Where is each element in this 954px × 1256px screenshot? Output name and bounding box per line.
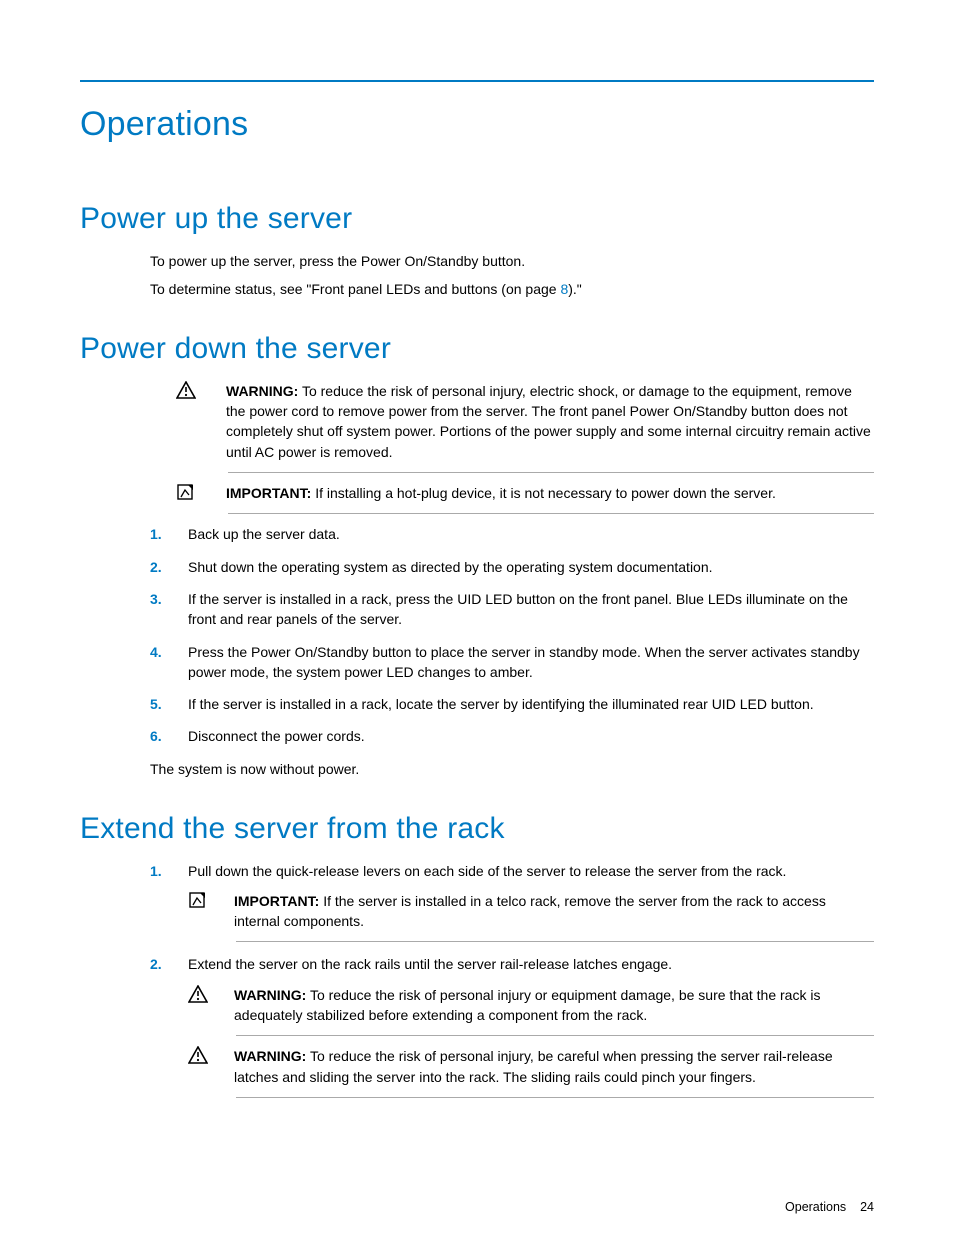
important-text: If the server is installed in a telco ra… [234, 893, 826, 929]
step-text: Disconnect the power cords. [188, 728, 365, 744]
step-text: Extend the server on the rack rails unti… [188, 956, 672, 972]
power-up-p2b: )." [568, 281, 582, 297]
note-icon [176, 483, 198, 501]
admonition-divider [228, 513, 874, 514]
step-text: Pull down the quick-release levers on ea… [188, 863, 786, 879]
warning-admonition: WARNING: To reduce the risk of personal … [80, 381, 874, 462]
footer-label: Operations [785, 1200, 846, 1214]
admonition-divider [236, 941, 874, 942]
heading-extend: Extend the server from the rack [80, 807, 874, 851]
power-down-closing: The system is now without power. [150, 759, 874, 779]
top-rule [80, 80, 874, 82]
power-up-p2: To determine status, see "Front panel LE… [150, 279, 874, 299]
note-icon [188, 891, 210, 909]
warning-text: To reduce the risk of personal injury, e… [226, 383, 871, 460]
list-item: If the server is installed in a rack, pr… [150, 589, 874, 630]
list-item: Shut down the operating system as direct… [150, 557, 874, 577]
list-item: Extend the server on the rack rails unti… [150, 954, 874, 1097]
warning-text: To reduce the risk of personal injury or… [234, 987, 820, 1023]
step-text: Press the Power On/Standby button to pla… [188, 644, 860, 680]
important-text: If installing a hot-plug device, it is n… [315, 485, 776, 501]
section-power-up: Power up the server To power up the serv… [80, 197, 874, 299]
warning-label: WARNING: [226, 383, 298, 399]
warning-icon [176, 381, 198, 399]
important-label: IMPORTANT: [234, 893, 319, 909]
list-item: If the server is installed in a rack, lo… [150, 694, 874, 714]
admonition-divider [228, 472, 874, 473]
important-admonition: IMPORTANT: If installing a hot-plug devi… [80, 483, 874, 503]
warning-text: To reduce the risk of personal injury, b… [234, 1048, 833, 1084]
admonition-divider [236, 1097, 874, 1098]
power-up-p1: To power up the server, press the Power … [150, 251, 874, 271]
list-item: Pull down the quick-release levers on ea… [150, 861, 874, 943]
step-text: If the server is installed in a rack, pr… [188, 591, 848, 627]
step-text: Back up the server data. [188, 526, 340, 542]
page-footer: Operations 24 [80, 1198, 874, 1216]
warning-icon [188, 1046, 210, 1064]
section-extend: Extend the server from the rack Pull dow… [80, 807, 874, 1098]
list-item: Press the Power On/Standby button to pla… [150, 642, 874, 683]
list-item: Back up the server data. [150, 524, 874, 544]
warning-icon [188, 985, 210, 1003]
step-text: If the server is installed in a rack, lo… [188, 696, 814, 712]
admonition-divider [236, 1035, 874, 1036]
heading-power-up: Power up the server [80, 197, 874, 241]
footer-page: 24 [860, 1200, 874, 1214]
heading-power-down: Power down the server [80, 327, 874, 371]
page-title: Operations [80, 100, 874, 149]
list-item: Disconnect the power cords. [150, 726, 874, 746]
important-label: IMPORTANT: [226, 485, 311, 501]
warning-label: WARNING: [234, 987, 306, 1003]
warning-admonition: WARNING: To reduce the risk of personal … [188, 1046, 874, 1087]
warning-admonition: WARNING: To reduce the risk of personal … [188, 985, 874, 1026]
section-power-down: Power down the server WARNING: To reduce… [80, 327, 874, 779]
step-text: Shut down the operating system as direct… [188, 559, 713, 575]
important-admonition: IMPORTANT: If the server is installed in… [188, 891, 874, 932]
power-up-p2a: To determine status, see "Front panel LE… [150, 281, 560, 297]
warning-label: WARNING: [234, 1048, 306, 1064]
extend-steps: Pull down the quick-release levers on ea… [80, 861, 874, 1098]
power-down-steps: Back up the server data. Shut down the o… [80, 524, 874, 746]
